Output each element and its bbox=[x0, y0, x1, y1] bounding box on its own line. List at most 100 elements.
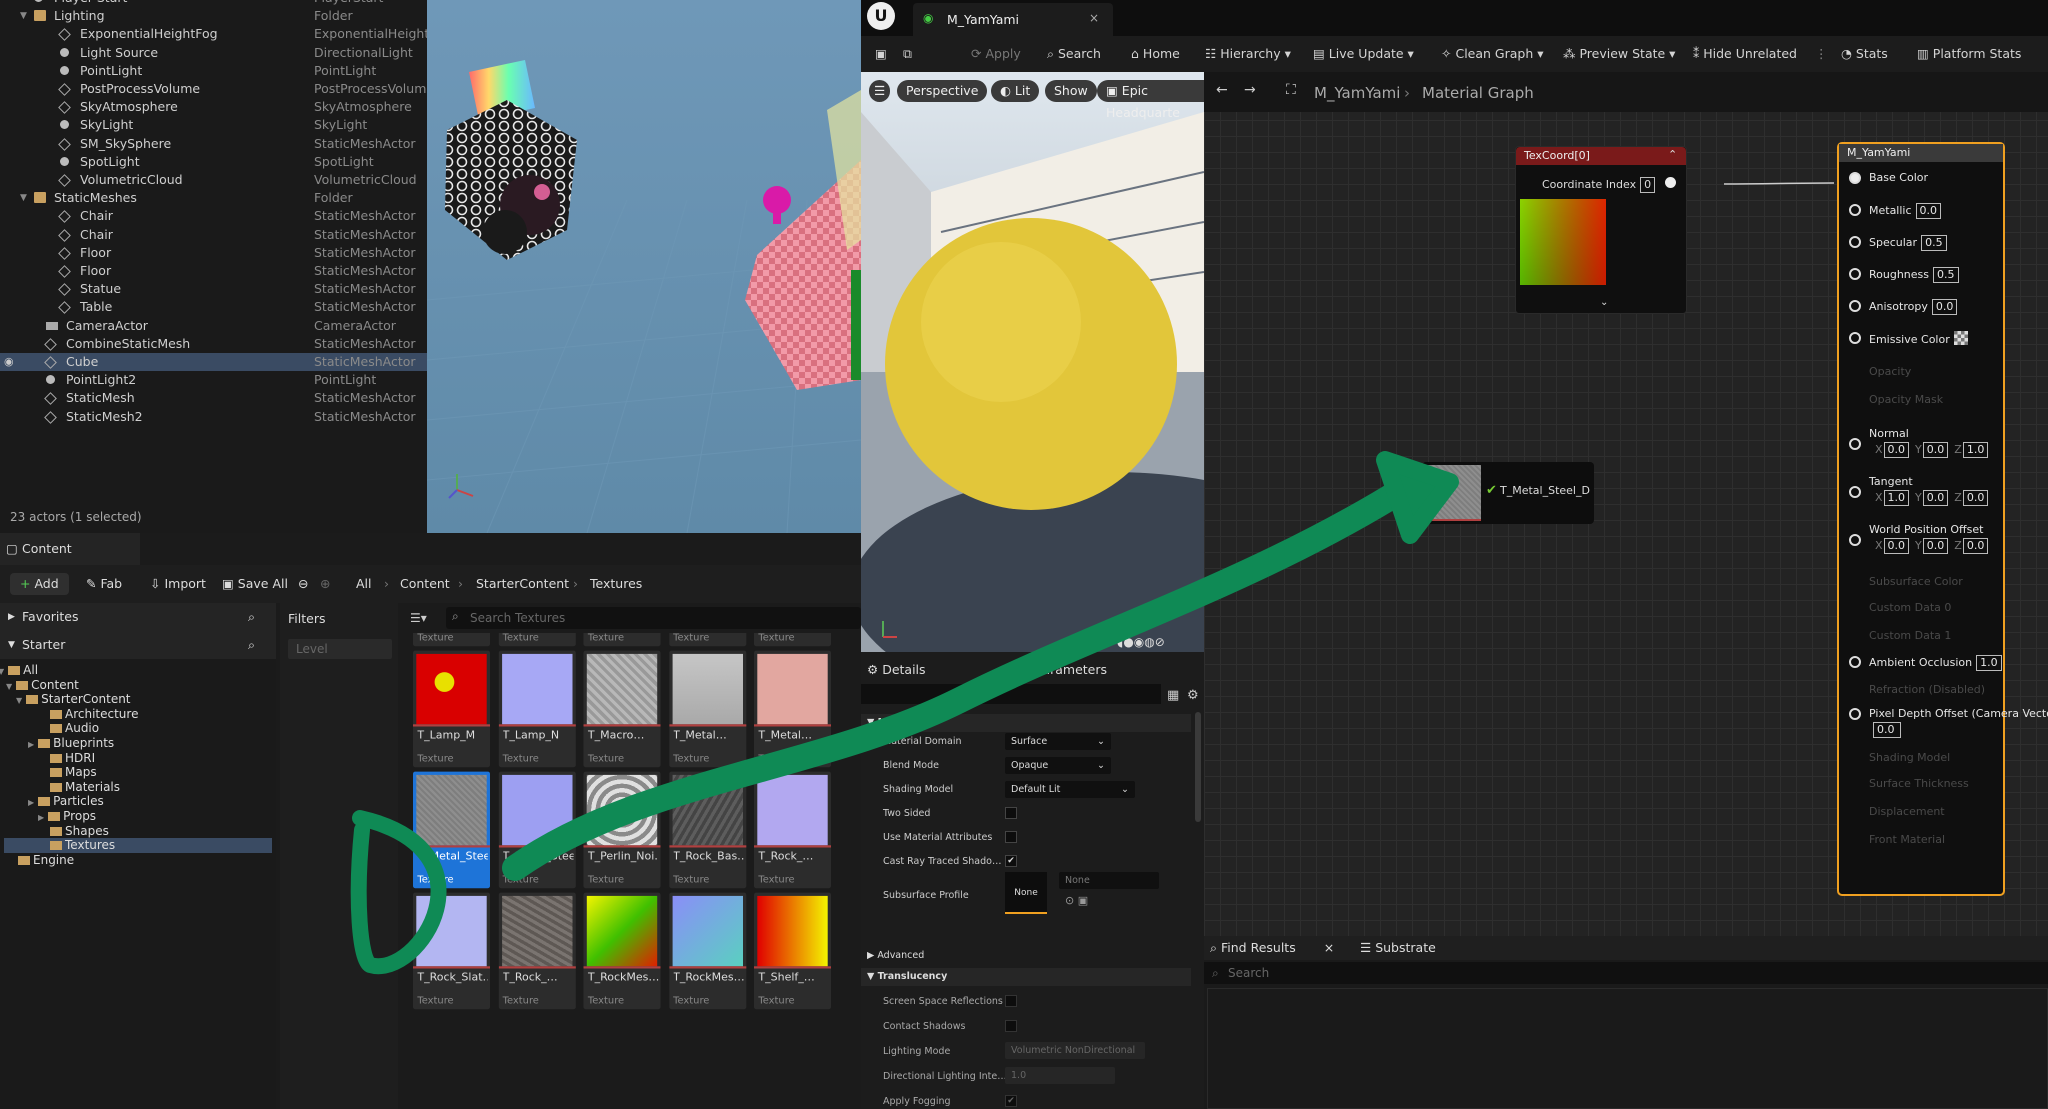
chevron-right-icon[interactable]: ▶ bbox=[38, 813, 44, 822]
stats-button[interactable]: ◔ Stats bbox=[1841, 36, 1888, 72]
folder-tree-item[interactable]: Engine bbox=[0, 853, 276, 868]
close-icon[interactable]: × bbox=[1089, 11, 1099, 25]
import-button[interactable]: ⇩ Import bbox=[150, 573, 206, 595]
asset-tile[interactable]: T_Metal_Stee… Texture bbox=[498, 771, 576, 889]
result-pin-value[interactable]: 1.0 bbox=[1976, 655, 2002, 671]
hdri-button[interactable]: ▣ Epic Headquarte bbox=[1097, 80, 1204, 120]
result-pin-value[interactable]: 0.5 bbox=[1933, 267, 1959, 283]
material-result-node[interactable]: M_YamYami Base Color Metallic 0.0 Specular 0… bbox=[1837, 142, 2048, 896]
chevron-right-icon[interactable]: ▶ bbox=[28, 798, 34, 807]
add-button[interactable]: + Add bbox=[10, 573, 69, 595]
subsurface-profile-dropdown[interactable]: None bbox=[1059, 872, 1159, 889]
chevron-down-icon[interactable]: ▼ bbox=[20, 7, 27, 25]
details-scrollbar[interactable] bbox=[1195, 712, 1201, 822]
asset-tile[interactable]: T_Groun…Texture bbox=[668, 633, 746, 647]
asset-tile[interactable]: T_Frame_MTexture bbox=[413, 633, 490, 647]
asset-tile[interactable]: T_RockMes… Texture bbox=[668, 892, 746, 1010]
history-back-button[interactable]: ⊖ bbox=[298, 573, 308, 595]
asset-tile[interactable]: T_Lamp_N Texture bbox=[498, 650, 576, 768]
perspective-button[interactable]: Perspective bbox=[897, 80, 988, 102]
vector-component-input[interactable]: 1.0 bbox=[1883, 490, 1910, 506]
outliner-row[interactable]: Player Start PlayerStart bbox=[0, 0, 427, 7]
browse-icon[interactable]: ⧉ bbox=[903, 36, 912, 72]
live-update-button[interactable]: ▤ Live Update ▾ bbox=[1313, 36, 1414, 72]
subsurface-profile-thumbnail[interactable]: None bbox=[1005, 872, 1047, 914]
input-pin[interactable] bbox=[1849, 172, 1861, 184]
viewport-menu-button[interactable]: ☰ bbox=[869, 80, 891, 102]
home-button[interactable]: ⌂ Home bbox=[1131, 36, 1180, 72]
input-pin[interactable] bbox=[1849, 332, 1861, 344]
outliner-row[interactable]: SkyAtmosphere SkyAtmosphere bbox=[0, 98, 427, 116]
expand-icon[interactable]: ⌄ bbox=[1600, 297, 1608, 308]
emissive-color-swatch[interactable] bbox=[1953, 331, 1968, 345]
outliner-row[interactable]: ExponentialHeightFog ExponentialHeightF bbox=[0, 25, 436, 43]
search-icon[interactable]: ⌕ bbox=[248, 631, 255, 659]
folder-tree-item[interactable]: Materials bbox=[0, 780, 276, 795]
vector-component-input[interactable]: 0.0 bbox=[1922, 490, 1949, 506]
asset-tile[interactable]: T_Metal… Texture bbox=[754, 650, 831, 768]
search-icon[interactable]: ⌕ bbox=[248, 603, 255, 631]
vector-component-input[interactable]: 0.0 bbox=[1962, 538, 1989, 554]
directional-lighting-input[interactable]: 1.0 bbox=[1005, 1067, 1115, 1084]
property-dropdown[interactable]: Surface ⌄ bbox=[1005, 733, 1111, 750]
folder-tree-item[interactable]: Audio bbox=[0, 721, 276, 736]
find-results-tab[interactable]: ⌕ Find Results × bbox=[1210, 940, 1334, 956]
property-checkbox[interactable] bbox=[1005, 831, 1017, 843]
translucency-checkbox[interactable]: ✔ bbox=[1005, 1095, 1017, 1107]
collapse-icon[interactable]: ⌃ bbox=[1668, 148, 1677, 161]
coordinate-index-value[interactable]: 0 bbox=[1640, 177, 1656, 193]
asset-tile[interactable]: T_Groun…Texture bbox=[754, 633, 831, 647]
outliner-row[interactable]: SkyLight SkyLight bbox=[0, 116, 427, 134]
vector-component-input[interactable]: 0.0 bbox=[1922, 442, 1949, 458]
more-options-icon[interactable]: ⋮ bbox=[1815, 36, 1828, 72]
input-pin[interactable] bbox=[1849, 438, 1861, 450]
table-view-icon[interactable]: ▦ bbox=[1167, 688, 1179, 703]
result-pin-value[interactable]: 0.0 bbox=[1873, 722, 1901, 738]
lit-button[interactable]: ◐ Lit bbox=[991, 80, 1040, 102]
outliner-row[interactable]: SM_SkySphere StaticMeshActor bbox=[0, 135, 427, 153]
vector-component-input[interactable]: 0.0 bbox=[1962, 490, 1989, 506]
save-icon[interactable]: ▣ bbox=[875, 36, 887, 72]
chevron-down-icon[interactable]: ▼ bbox=[16, 696, 22, 705]
asset-tile[interactable]: T_Shelf_… Texture bbox=[754, 892, 831, 1010]
starter-header[interactable]: ▼ Starter ⌕ bbox=[0, 631, 276, 659]
folder-tree-item[interactable]: Textures bbox=[4, 838, 272, 854]
input-pin[interactable] bbox=[1849, 268, 1861, 280]
crumb-startercontent[interactable]: StarterContent bbox=[476, 573, 569, 595]
folder-tree-item[interactable]: ▶ Props bbox=[0, 809, 276, 824]
favorites-header[interactable]: ▶ Favorites ⌕ bbox=[0, 603, 276, 631]
texture-sample-node[interactable]: ✔ T_Metal_Steel_D bbox=[1422, 462, 1594, 524]
crumb-content[interactable]: Content bbox=[400, 573, 450, 595]
translucency-checkbox[interactable] bbox=[1005, 995, 1017, 1007]
outliner-row[interactable]: Chair StaticMeshActor bbox=[0, 207, 427, 225]
outliner-row[interactable]: PointLight2 PointLight bbox=[0, 371, 427, 389]
asset-search-input[interactable]: ⌕ Search Textures bbox=[446, 607, 861, 629]
preview-shape-buttons[interactable]: ◖●◉◍⊘ bbox=[1117, 635, 1165, 649]
chevron-down-icon[interactable]: ▼ bbox=[20, 189, 27, 207]
apply-button[interactable]: ⟳ Apply bbox=[971, 36, 1021, 72]
close-icon[interactable]: × bbox=[1324, 940, 1334, 955]
browse-asset-icon[interactable]: ⊙ ▣ bbox=[1065, 894, 1088, 907]
outliner-row[interactable]: Floor StaticMeshActor bbox=[0, 244, 427, 262]
outliner-row[interactable]: CameraActor CameraActor bbox=[0, 317, 427, 335]
outliner-row[interactable]: Table StaticMeshActor bbox=[0, 298, 427, 316]
input-pin[interactable] bbox=[1849, 236, 1861, 248]
output-pin[interactable] bbox=[1665, 177, 1676, 188]
folder-tree-item[interactable]: Maps bbox=[0, 765, 276, 780]
details-search-input[interactable] bbox=[861, 684, 1161, 704]
outliner-row[interactable]: StaticMesh StaticMeshActor bbox=[0, 389, 427, 407]
show-button[interactable]: Show bbox=[1045, 80, 1097, 102]
asset-tile[interactable]: T_Rock_Bas… Texture bbox=[668, 771, 746, 889]
advanced-section-header[interactable]: ▶ Advanced bbox=[861, 947, 1191, 965]
translucency-checkbox[interactable] bbox=[1005, 1020, 1017, 1032]
visibility-eye-icon[interactable]: ◉ bbox=[4, 353, 14, 371]
asset-tile[interactable]: T_Rock_… Texture bbox=[754, 771, 831, 889]
outliner-row[interactable]: CombineStaticMesh StaticMeshActor bbox=[0, 335, 427, 353]
chevron-down-icon[interactable]: ▼ bbox=[0, 667, 4, 676]
details-tab[interactable]: ⚙ Details bbox=[867, 662, 926, 677]
save-all-button[interactable]: ▣ Save All bbox=[222, 573, 288, 595]
search-button[interactable]: ⌕ Search bbox=[1047, 36, 1101, 72]
asset-tile[interactable]: T_Rock_… Texture bbox=[498, 892, 576, 1010]
filter-dropdown-icon[interactable]: ☰▾ bbox=[410, 611, 427, 625]
crumb-textures[interactable]: Textures bbox=[590, 573, 642, 595]
